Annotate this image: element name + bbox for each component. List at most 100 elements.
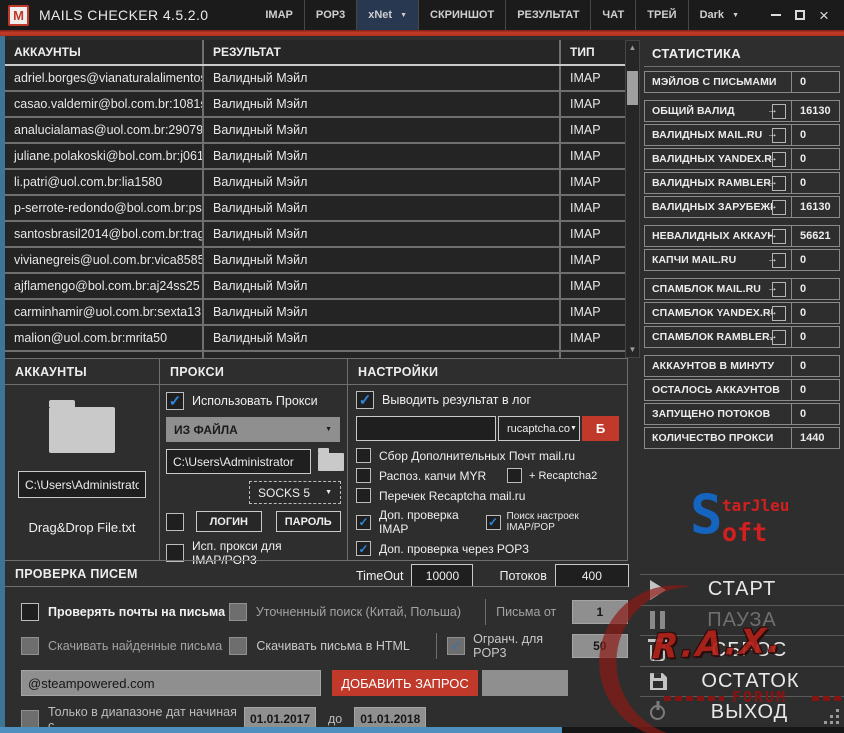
chevron-down-icon: ▼ <box>325 489 332 496</box>
scroll-down-icon[interactable]: ▼ <box>629 343 637 357</box>
menu-item[interactable]: ТРЕЙ ▼ <box>635 0 687 30</box>
maximize-button[interactable] <box>788 4 812 26</box>
stat-value: 0 <box>791 327 839 347</box>
export-icon[interactable]: → <box>767 151 786 167</box>
title-bar: M MAILS CHECKER 4.5.2.0 IMAP ▼ POP3 ▼ xN… <box>0 0 844 30</box>
table-row[interactable]: casao.valdemir@bol.com.br:1081se4 Валидн… <box>5 92 625 118</box>
account-cell: analucialamas@uol.com.br:290793al <box>5 118 204 142</box>
menu-item[interactable]: IMAP ▼ <box>254 0 304 30</box>
export-icon[interactable]: → <box>767 175 786 191</box>
arrow-right-icon: → <box>767 151 778 164</box>
proxy-path-input[interactable] <box>166 449 311 474</box>
table-row[interactable]: malion@uol.com.br:mrita50 Валидный Мэйл … <box>5 326 625 352</box>
download-found-checkbox[interactable] <box>21 637 39 655</box>
export-icon[interactable]: → <box>767 329 786 345</box>
column-header-type[interactable]: ТИП <box>561 40 625 64</box>
table-row[interactable]: vivianegreis@uol.com.br:vica8585 Валидны… <box>5 248 625 274</box>
result-cell: Валидный Мэйл <box>204 196 561 220</box>
query-input[interactable] <box>21 670 321 696</box>
menu-item[interactable]: xNet ▼ <box>356 0 418 30</box>
recheck-recaptcha-checkbox[interactable] <box>356 488 371 503</box>
scroll-up-icon[interactable]: ▲ <box>629 41 637 55</box>
table-row[interactable]: p-serrote-redondo@bol.com.br:ps24 Валидн… <box>5 196 625 222</box>
accounts-path-input[interactable] <box>18 471 146 498</box>
login-button[interactable]: ЛОГИН <box>196 511 262 532</box>
pop3-limit-label: Огранч. для POP3 <box>473 632 544 660</box>
proxy-auth-checkbox[interactable] <box>166 512 184 531</box>
browse-folder-icon[interactable] <box>318 447 344 471</box>
pause-button[interactable]: ПАУЗА <box>640 604 844 636</box>
menu-item[interactable]: Dark ▼ <box>687 0 750 30</box>
title-menu: IMAP ▼ POP3 ▼ xNet ▼ СКРИНШОТ ▼ РЕЗУЛЬТА… <box>254 0 750 30</box>
minimize-icon <box>771 14 781 16</box>
export-icon[interactable]: → <box>767 228 786 244</box>
stat-label: КАПЧИ MAIL.RU <box>652 254 737 266</box>
collect-mail-checkbox[interactable] <box>356 448 371 463</box>
exit-button[interactable]: ВЫХОД <box>640 696 844 727</box>
result-cell: Валидный Мэйл <box>204 170 561 194</box>
imap-settings-checkbox[interactable] <box>485 514 501 530</box>
menu-item[interactable]: ЧАТ ▼ <box>590 0 635 30</box>
table-row[interactable]: adriel.borges@vianaturalalimentos.c Вали… <box>5 66 625 92</box>
scrollbar-thumb[interactable] <box>627 71 638 105</box>
close-button[interactable]: × <box>812 4 836 26</box>
chevron-down-icon: ▼ <box>569 425 577 432</box>
check-letters-checkbox[interactable] <box>21 603 39 621</box>
recaptcha2-checkbox[interactable] <box>507 468 522 483</box>
table-row[interactable]: santosbrasil2014@bol.com.br:trag76 Валид… <box>5 222 625 248</box>
column-header-accounts[interactable]: АККАУНТЫ <box>5 40 204 64</box>
save-icon <box>650 673 667 691</box>
use-proxy-checkbox[interactable] <box>166 392 184 410</box>
table-row[interactable]: analucialamas@uol.com.br:290793al Валидн… <box>5 118 625 144</box>
menu-item[interactable]: СКРИНШОТ ▼ <box>418 0 505 30</box>
column-header-result[interactable]: РЕЗУЛЬТАТ <box>204 40 561 64</box>
minimize-button[interactable] <box>764 4 788 26</box>
export-icon[interactable]: → <box>767 103 786 119</box>
result-cell: Валидный Мэйл <box>204 144 561 168</box>
accounts-dropzone[interactable]: Drag&Drop File.txt <box>5 385 159 535</box>
app-logo-icon: M <box>8 4 29 26</box>
menu-item[interactable]: POP3 ▼ <box>303 0 356 30</box>
table-row[interactable]: li.patri@uol.com.br:lia1580 Валидный Мэй… <box>5 170 625 196</box>
captcha-key-input[interactable] <box>356 416 496 441</box>
log-checkbox[interactable] <box>356 391 374 409</box>
proxy-type-dropdown[interactable]: SOCKS 5 ▼ <box>249 481 341 504</box>
date-range-checkbox[interactable] <box>21 710 39 728</box>
remainder-button[interactable]: ОСТАТОК <box>640 665 844 697</box>
export-icon[interactable]: → <box>767 127 786 143</box>
stat-row: АККАУНТОВ В МИНУТУ → 0 <box>644 355 840 377</box>
download-html-checkbox[interactable] <box>229 637 248 655</box>
export-icon[interactable]: → <box>767 199 786 215</box>
proxy-panel-title: ПРОКСИ <box>160 359 347 385</box>
proxy-source-dropdown[interactable]: ИЗ ФАЙЛА ▼ <box>166 417 340 442</box>
balance-button[interactable]: Б <box>582 416 619 441</box>
pop3-limit-input[interactable]: 50 <box>571 634 628 658</box>
letters-from-input[interactable]: 1 <box>571 600 629 624</box>
table-scrollbar[interactable]: ▲ ▼ <box>625 40 640 358</box>
stat-row: КАПЧИ MAIL.RU → 0 <box>644 249 840 271</box>
refined-search-checkbox[interactable] <box>228 603 247 621</box>
table-row[interactable]: juliane.polakoski@bol.com.br:j06121 Вали… <box>5 144 625 170</box>
password-button[interactable]: ПАРОЛЬ <box>275 511 341 532</box>
export-icon[interactable]: → <box>767 305 786 321</box>
menu-item[interactable]: РЕЗУЛЬТАТ ▼ <box>505 0 590 30</box>
table-row[interactable]: ajflamengo@bol.com.br:aj24ss25 Валидный … <box>5 274 625 300</box>
menu-item-label: РЕЗУЛЬТАТ <box>517 9 580 21</box>
stat-row: ВАЛИДНЫХ ЗАРУБЕЖНЫХ → 16130 <box>644 196 840 218</box>
captcha-service-dropdown[interactable]: rucaptcha.co ▼ <box>498 416 580 441</box>
export-icon[interactable]: → <box>767 281 786 297</box>
pop3-limit-checkbox[interactable] <box>447 637 466 655</box>
table-row[interactable]: carminhamir@uol.com.br:sexta13@ Валидный… <box>5 300 625 326</box>
resize-grip-icon[interactable] <box>836 721 839 724</box>
chevron-down-icon: ▼ <box>325 426 332 433</box>
export-icon[interactable]: → <box>767 252 786 268</box>
reset-button[interactable]: СБРОС <box>640 635 844 666</box>
captcha-service-value: rucaptcha.co <box>507 422 570 435</box>
brand-letter-s: S <box>690 483 723 546</box>
query-extra-button[interactable] <box>482 670 568 696</box>
imap-check-checkbox[interactable] <box>356 514 371 530</box>
start-button[interactable]: СТАРТ <box>640 574 844 605</box>
pop3-check-checkbox[interactable] <box>356 541 371 556</box>
myr-captcha-checkbox[interactable] <box>356 468 371 483</box>
add-query-button[interactable]: ДОБАВИТЬ ЗАПРОС <box>332 670 478 696</box>
